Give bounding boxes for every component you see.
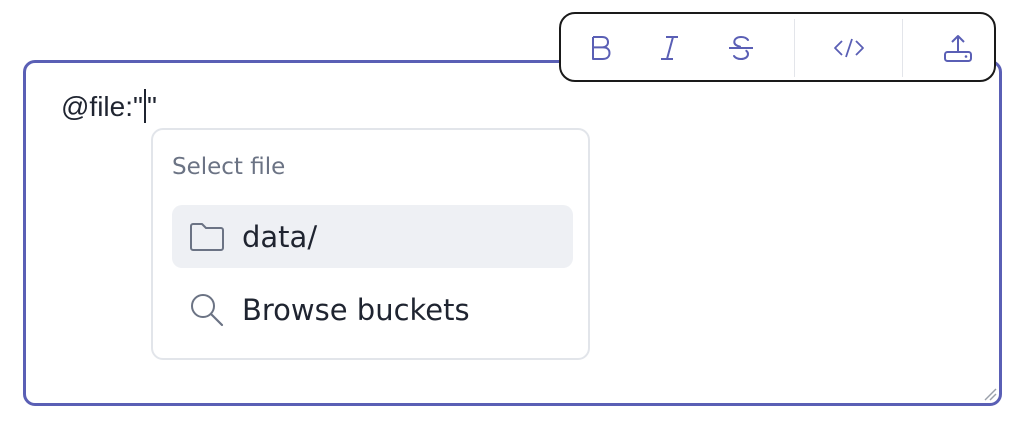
editor-content[interactable]: @file:" "	[61, 89, 157, 125]
formatting-toolbar	[559, 12, 996, 82]
search-icon	[187, 291, 227, 329]
bold-icon	[592, 36, 611, 60]
bold-button[interactable]	[581, 28, 621, 68]
dropdown-item-browse-buckets[interactable]: Browse buckets	[172, 278, 573, 341]
resize-handle-icon[interactable]	[983, 387, 997, 401]
italic-button[interactable]	[650, 28, 690, 68]
code-button[interactable]	[829, 28, 869, 68]
editor-text-after-caret: "	[146, 91, 157, 122]
editor-text-before-caret: @file:"	[61, 91, 143, 122]
toolbar-separator	[902, 19, 903, 77]
dropdown-item-label: data/	[242, 219, 318, 254]
dropdown-header: Select file	[172, 154, 286, 180]
text-caret	[143, 89, 146, 123]
toolbar-separator	[794, 19, 795, 77]
italic-icon	[661, 36, 678, 60]
folder-icon	[187, 221, 227, 253]
upload-icon	[944, 35, 972, 62]
upload-button[interactable]	[938, 28, 978, 68]
file-suggestion-dropdown: Select file data/ Browse buckets	[151, 128, 590, 360]
strikethrough-icon	[729, 35, 753, 61]
strikethrough-button[interactable]	[721, 28, 761, 68]
dropdown-item-label: Browse buckets	[242, 292, 470, 327]
code-icon	[834, 38, 864, 58]
dropdown-item-data-folder[interactable]: data/	[172, 205, 573, 268]
